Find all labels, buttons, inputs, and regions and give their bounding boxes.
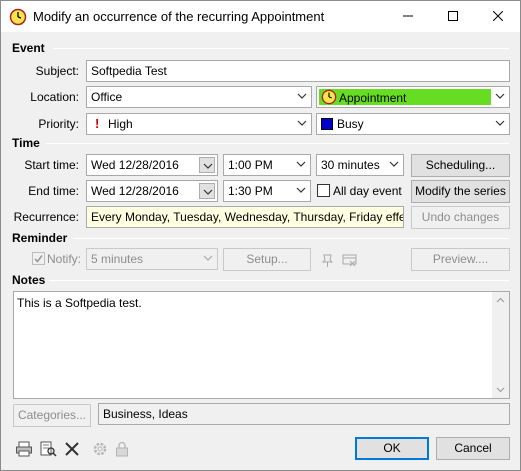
scroll-up-icon[interactable] <box>496 297 505 303</box>
chevron-down-icon <box>296 161 306 167</box>
chevron-down-icon <box>297 120 307 126</box>
start-date-value: Wed 12/28/2016 <box>91 158 179 172</box>
dismiss-reminder-icon[interactable] <box>341 252 359 270</box>
chevron-down-icon <box>203 163 213 169</box>
location-value: Office <box>91 90 123 104</box>
start-date-picker[interactable]: Wed 12/28/2016 <box>86 154 218 176</box>
cancel-button[interactable]: Cancel <box>436 437 510 460</box>
categories-value: Business, Ideas <box>103 407 188 421</box>
show-as-combobox[interactable]: Busy <box>316 113 510 135</box>
preview-button[interactable]: Preview.... <box>411 248 510 271</box>
window-title: Modify an occurrence of the recurring Ap… <box>33 9 325 24</box>
priority-label: Priority: <box>38 117 79 131</box>
chevron-down-icon <box>389 161 399 167</box>
print-preview-icon[interactable] <box>39 440 57 458</box>
subject-value: Softpedia Test <box>91 64 167 78</box>
notify-combobox[interactable]: 5 minutes <box>86 248 218 270</box>
all-day-label: All day event <box>333 184 402 198</box>
end-date-dropdown[interactable] <box>199 183 215 199</box>
categories-button[interactable]: Categories... <box>13 404 91 427</box>
section-notes: Notes <box>12 273 46 287</box>
close-button[interactable] <box>475 1 520 32</box>
section-reminder: Reminder <box>12 231 68 245</box>
undo-changes-button[interactable]: Undo changes <box>411 206 510 229</box>
appointment-dialog: Modify an occurrence of the recurring Ap… <box>0 0 521 471</box>
minimize-icon <box>402 15 413 17</box>
notify-checkbox[interactable] <box>32 252 45 265</box>
maximize-icon <box>447 11 458 21</box>
location-combobox[interactable]: Office <box>86 86 312 108</box>
section-event: Event <box>12 41 45 55</box>
label-value: Appointment <box>339 91 407 105</box>
start-time-combobox[interactable]: 1:00 PM <box>223 154 311 176</box>
label-combobox[interactable]: Appointment <box>316 86 510 108</box>
priority-combobox[interactable]: ! High <box>86 113 312 135</box>
recurrence-gear-icon[interactable] <box>91 440 109 458</box>
busy-color-swatch <box>321 118 333 130</box>
checkmark-icon <box>34 255 43 263</box>
notes-scrollbar[interactable] <box>492 292 509 398</box>
chevron-down-icon <box>203 255 213 261</box>
chevron-down-icon <box>495 120 505 126</box>
pin-icon[interactable] <box>319 252 337 270</box>
show-as-value: Busy <box>337 117 364 131</box>
end-time-combobox[interactable]: 1:30 PM <box>223 180 311 202</box>
duration-value: 30 minutes <box>321 158 380 172</box>
recurrence-field[interactable]: Every Monday, Tuesday, Wednesday, Thursd… <box>86 206 404 228</box>
lock-icon[interactable] <box>113 440 131 458</box>
end-time-value: 1:30 PM <box>228 184 273 198</box>
chevron-down-icon <box>297 93 307 99</box>
delete-icon[interactable] <box>63 440 81 458</box>
categories-field[interactable]: Business, Ideas <box>98 403 510 425</box>
print-icon[interactable] <box>15 440 33 458</box>
chevron-down-icon <box>296 187 306 193</box>
location-label: Location: <box>30 90 79 104</box>
priority-value: High <box>108 117 133 131</box>
scheduling-button[interactable]: Scheduling... <box>411 154 510 177</box>
subject-input[interactable]: Softpedia Test <box>86 60 510 82</box>
minimize-button[interactable] <box>385 1 430 32</box>
notify-value: 5 minutes <box>91 252 144 266</box>
divider <box>73 238 509 239</box>
notify-label: Notify: <box>47 252 82 266</box>
recurrence-value: Every Monday, Tuesday, Wednesday, Thursd… <box>91 210 404 224</box>
clock-icon <box>9 8 27 26</box>
duration-combobox[interactable]: 30 minutes <box>316 154 404 176</box>
start-date-dropdown[interactable] <box>199 157 215 173</box>
end-date-picker[interactable]: Wed 12/28/2016 <box>86 180 218 202</box>
exclamation-icon: ! <box>95 116 100 131</box>
maximize-button[interactable] <box>430 1 475 32</box>
divider <box>53 48 509 49</box>
end-date-value: Wed 12/28/2016 <box>91 184 179 198</box>
notes-textarea[interactable]: This is a Softpedia test. <box>13 291 510 399</box>
all-day-checkbox[interactable] <box>317 184 330 197</box>
start-time-label: Start time: <box>24 158 79 172</box>
divider <box>49 280 509 281</box>
close-icon <box>492 10 503 22</box>
title-bar[interactable]: Modify an occurrence of the recurring Ap… <box>1 1 520 32</box>
end-time-label: End time: <box>28 184 79 198</box>
setup-button[interactable]: Setup... <box>223 248 311 271</box>
divider <box>46 143 509 144</box>
chevron-down-icon <box>203 189 213 195</box>
chevron-down-icon <box>495 93 505 99</box>
scroll-down-icon[interactable] <box>496 387 505 393</box>
clock-icon <box>321 89 337 105</box>
start-time-value: 1:00 PM <box>228 158 273 172</box>
subject-label: Subject: <box>35 64 79 78</box>
section-time: Time <box>12 136 40 150</box>
ok-button[interactable]: OK <box>355 437 429 460</box>
recurrence-label: Recurrence: <box>13 210 79 224</box>
notes-text: This is a Softpedia test. <box>17 296 142 310</box>
modify-series-button[interactable]: Modify the series <box>411 180 510 203</box>
